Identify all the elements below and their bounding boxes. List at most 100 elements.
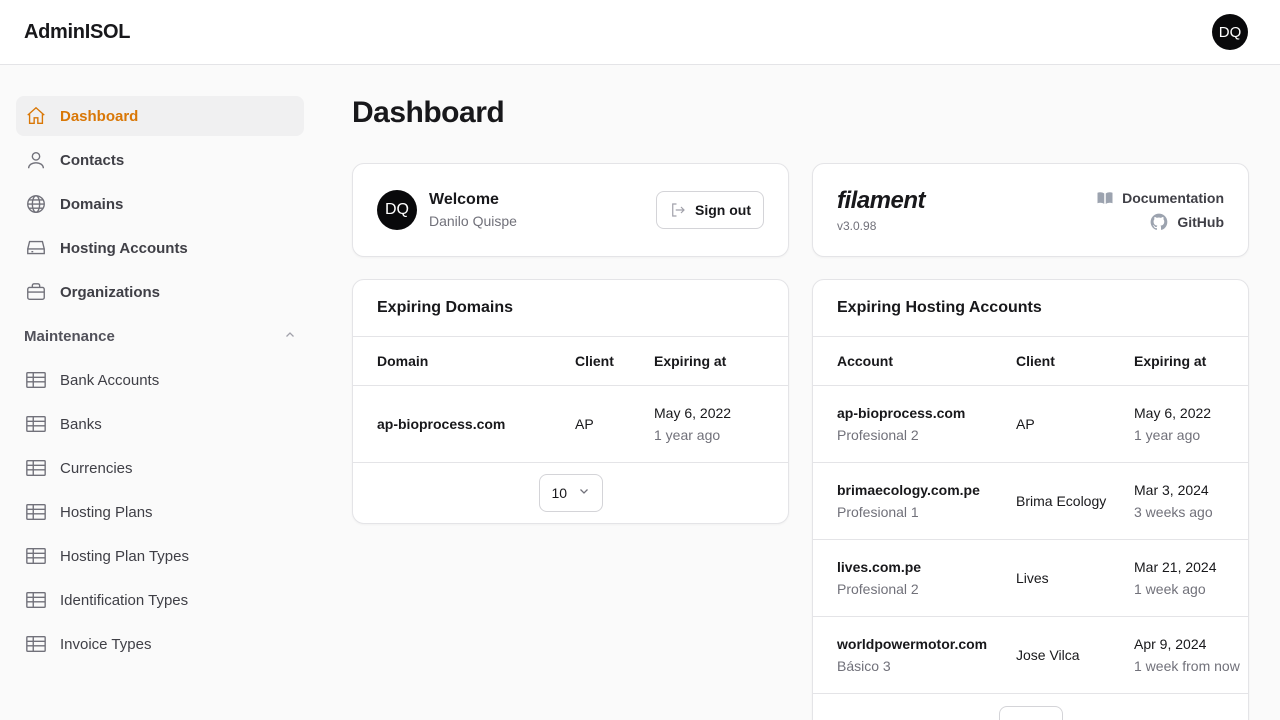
sidebar-item-domains[interactable]: Domains <box>16 184 304 224</box>
user-avatar[interactable]: DQ <box>1212 14 1248 50</box>
per-page-value: 10 <box>1012 717 1028 720</box>
per-page-select[interactable]: 10 <box>538 473 603 512</box>
sidebar-item-bank-accounts[interactable]: Bank Accounts <box>16 360 304 400</box>
expiry-relative: 1 year ago <box>1134 426 1201 443</box>
column-header[interactable]: Account <box>813 337 992 386</box>
table-icon <box>24 456 48 480</box>
briefcase-icon <box>24 280 48 304</box>
sidebar-item-label: Hosting Plans <box>60 503 153 521</box>
card-title: Expiring Domains <box>353 280 788 337</box>
sidebar-item-label: Dashboard <box>60 107 139 125</box>
table-row[interactable]: lives.com.pe Profesional 2 Lives Mar 21, … <box>813 539 1248 617</box>
github-icon <box>1149 212 1169 232</box>
sign-out-label: Sign out <box>695 202 751 218</box>
documentation-link[interactable]: Documentation <box>1096 186 1224 210</box>
sidebar-item-label: Bank Accounts <box>60 371 160 389</box>
sign-out-icon <box>669 201 687 219</box>
chevron-down-icon <box>578 485 590 500</box>
table-row[interactable]: ap-bioprocess.com Profesional 2 AP May 6,… <box>813 385 1248 463</box>
expiry-relative: 3 weeks ago <box>1134 503 1213 520</box>
book-icon <box>1096 189 1114 207</box>
sign-out-button[interactable]: Sign out <box>656 191 764 229</box>
expiring-domains-card: Expiring Domains Domain Client Expiring … <box>352 279 789 524</box>
column-header[interactable]: Expiring at <box>1110 337 1248 386</box>
brand-logo[interactable]: AdminISOL <box>24 21 130 44</box>
column-header[interactable]: Client <box>992 337 1110 386</box>
filament-logo[interactable]: filament <box>837 187 926 215</box>
domain-name: ap-bioprocess.com <box>377 415 506 432</box>
sidebar-item-banks[interactable]: Banks <box>16 404 304 444</box>
sidebar-item-label: Hosting Accounts <box>60 239 188 257</box>
table-row[interactable]: worldpowermotor.com Básico 3 Jose Vilca A… <box>813 616 1248 694</box>
expiry-relative: 1 week from now <box>1134 657 1240 674</box>
sidebar-item-label: Identification Types <box>60 591 189 609</box>
welcome-user-name: Danilo Quispe <box>429 213 517 229</box>
column-header[interactable]: Client <box>551 337 630 386</box>
table-row[interactable]: brimaecology.com.pe Profesional 1 Brima E… <box>813 462 1248 540</box>
table-icon <box>24 368 48 392</box>
version-label: v3.0.98 <box>837 219 877 233</box>
sidebar-item-label: Hosting Plan Types <box>60 547 189 565</box>
sidebar: Dashboard Contacts Domains Hosting Accou… <box>16 96 304 668</box>
sidebar-item-hosting-plan-types[interactable]: Hosting Plan Types <box>16 536 304 576</box>
column-header[interactable]: Expiring at <box>630 337 788 386</box>
topbar: AdminISOL DQ <box>0 0 1280 65</box>
sidebar-item-contacts[interactable]: Contacts <box>16 140 304 180</box>
welcome-title: Welcome <box>429 191 499 208</box>
sidebar-item-currencies[interactable]: Currencies <box>16 448 304 488</box>
per-page-value: 10 <box>551 484 568 501</box>
account-name: worldpowermotor.com <box>837 635 988 652</box>
table-icon <box>24 500 48 524</box>
github-link[interactable]: GitHub <box>1096 210 1224 234</box>
globe-icon <box>24 192 48 216</box>
sidebar-item-dashboard[interactable]: Dashboard <box>16 96 304 136</box>
table-icon <box>24 588 48 612</box>
table-icon <box>24 544 48 568</box>
hosting-table: Account Client Expiring at ap-bioprocess… <box>813 337 1248 694</box>
account-name: lives.com.pe <box>837 558 922 575</box>
plan-name: Profesional 2 <box>837 580 919 597</box>
sidebar-group-maintenance[interactable]: Maintenance <box>16 316 304 356</box>
github-label: GitHub <box>1177 214 1224 230</box>
client-cell: Lives <box>992 539 1110 617</box>
client-cell: AP <box>551 385 630 463</box>
sidebar-item-label: Currencies <box>60 459 133 477</box>
sidebar-item-hosting-plans[interactable]: Hosting Plans <box>16 492 304 532</box>
expiry-date: May 6, 2022 <box>1134 404 1212 421</box>
account-name: brimaecology.com.pe <box>837 481 980 498</box>
expiring-hosting-card: Expiring Hosting Accounts Account Client… <box>812 279 1249 720</box>
server-icon <box>24 236 48 260</box>
plan-name: Básico 3 <box>837 657 891 674</box>
table-icon <box>24 412 48 436</box>
table-icon <box>24 632 48 656</box>
sidebar-item-organizations[interactable]: Organizations <box>16 272 304 312</box>
sidebar-item-invoice-types[interactable]: Invoice Types <box>16 624 304 664</box>
plan-name: Profesional 2 <box>837 426 919 443</box>
expiry-relative: 1 week ago <box>1134 580 1206 597</box>
sidebar-item-label: Banks <box>60 415 102 433</box>
page-title: Dashboard <box>352 96 505 129</box>
domains-table: Domain Client Expiring at ap-bioprocess.… <box>353 337 788 463</box>
client-cell: AP <box>992 385 1110 463</box>
documentation-label: Documentation <box>1122 190 1224 206</box>
home-icon <box>24 104 48 128</box>
sidebar-item-identification-types[interactable]: Identification Types <box>16 580 304 620</box>
welcome-card: DQ Welcome Danilo Quispe Sign out <box>352 163 789 257</box>
sidebar-item-hosting-accounts[interactable]: Hosting Accounts <box>16 228 304 268</box>
card-title: Expiring Hosting Accounts <box>813 280 1248 337</box>
sidebar-item-label: Organizations <box>60 283 161 301</box>
pagination: 10 <box>353 463 788 523</box>
user-icon <box>24 148 48 172</box>
chevron-up-icon[interactable] <box>284 329 296 344</box>
pagination: 10 <box>813 694 1248 720</box>
table-row[interactable]: ap-bioprocess.com AP May 6, 2022 1 year … <box>353 385 788 463</box>
per-page-select[interactable]: 10 <box>998 705 1063 720</box>
group-label: Maintenance <box>24 327 115 345</box>
account-name: ap-bioprocess.com <box>837 404 966 421</box>
client-cell: Brima Ecology <box>992 462 1110 540</box>
avatar: DQ <box>377 190 417 230</box>
expiry-relative: 1 year ago <box>654 426 721 443</box>
expiry-date: Mar 21, 2024 <box>1134 558 1217 575</box>
expiry-date: Mar 3, 2024 <box>1134 481 1209 498</box>
column-header[interactable]: Domain <box>353 337 551 386</box>
